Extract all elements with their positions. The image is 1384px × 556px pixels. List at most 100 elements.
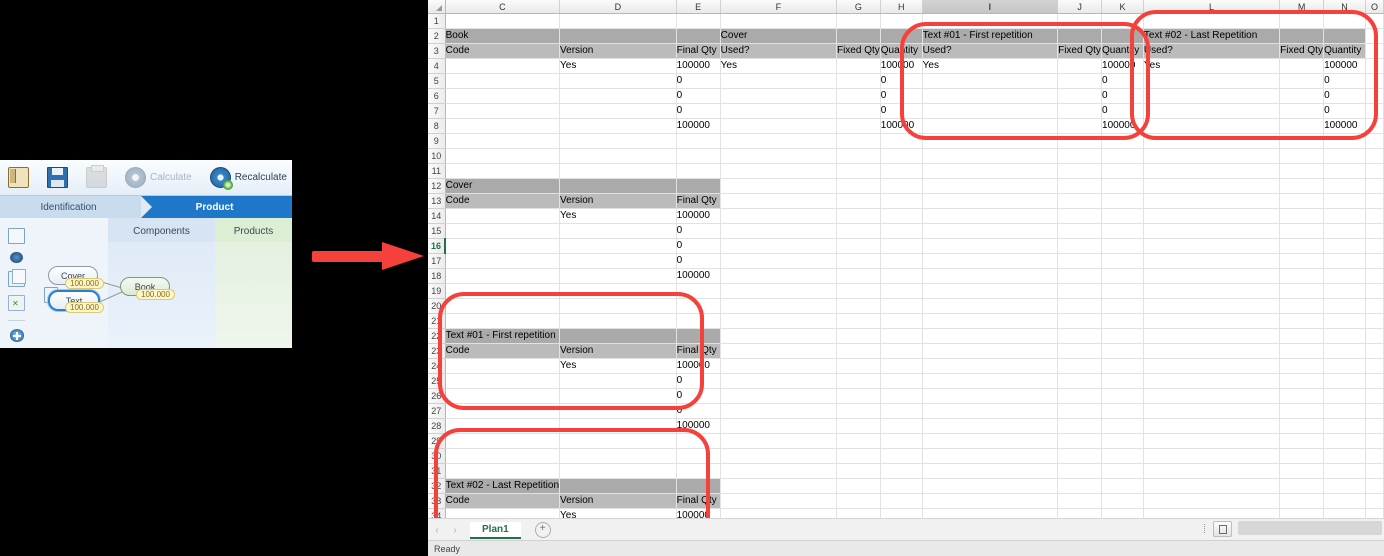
cell-N18[interactable] bbox=[1323, 268, 1366, 284]
cell-F12[interactable] bbox=[720, 178, 837, 194]
row-header-28[interactable]: 28 bbox=[428, 418, 446, 434]
cell-C2[interactable]: Book bbox=[444, 28, 561, 44]
cell-H5[interactable]: 0 bbox=[879, 73, 923, 89]
cell-C33[interactable]: Code bbox=[444, 493, 561, 509]
cell-I12[interactable] bbox=[922, 178, 1059, 194]
recalculate-button[interactable]: Recalculate bbox=[206, 165, 291, 190]
cell-O11[interactable] bbox=[1365, 163, 1384, 179]
cell-E10[interactable] bbox=[676, 148, 721, 164]
cell-E3[interactable]: Final Qty bbox=[675, 43, 721, 59]
cell-O31[interactable] bbox=[1365, 463, 1384, 479]
cell-G13[interactable] bbox=[836, 193, 881, 209]
cell-K28[interactable] bbox=[1101, 418, 1144, 434]
cell-F3[interactable]: Used? bbox=[719, 43, 837, 59]
cell-O5[interactable] bbox=[1365, 73, 1384, 89]
cell-G22[interactable] bbox=[836, 328, 881, 344]
cell-D14[interactable]: Yes bbox=[559, 208, 677, 224]
row-header-13[interactable]: 13 bbox=[428, 193, 446, 209]
cell-O16[interactable] bbox=[1365, 238, 1384, 254]
cell-H17[interactable] bbox=[880, 253, 923, 269]
cell-D26[interactable] bbox=[559, 388, 677, 404]
cell-D18[interactable] bbox=[559, 268, 677, 284]
cell-D11[interactable] bbox=[559, 163, 677, 179]
cell-I4[interactable]: Yes bbox=[921, 58, 1059, 74]
cell-C26[interactable] bbox=[444, 388, 561, 404]
cell-I24[interactable] bbox=[922, 358, 1059, 374]
cell-H10[interactable] bbox=[880, 148, 923, 164]
copy-icon[interactable] bbox=[8, 269, 26, 287]
cell-C5[interactable] bbox=[444, 73, 561, 89]
cell-K19[interactable] bbox=[1101, 283, 1144, 299]
cell-E25[interactable]: 0 bbox=[675, 373, 721, 389]
column-header-I[interactable]: I bbox=[922, 0, 1059, 14]
column-header-N[interactable]: N bbox=[1323, 0, 1366, 14]
row-header-8[interactable]: 8 bbox=[428, 118, 446, 134]
cell-K20[interactable] bbox=[1101, 298, 1144, 314]
cell-E28[interactable]: 100000 bbox=[675, 418, 721, 434]
cell-H14[interactable] bbox=[880, 208, 923, 224]
column-header-O[interactable]: O bbox=[1365, 0, 1384, 14]
cell-F34[interactable] bbox=[720, 508, 837, 518]
cell-E24[interactable]: 100000 bbox=[675, 358, 721, 374]
cell-J11[interactable] bbox=[1057, 163, 1103, 179]
cell-M1[interactable] bbox=[1279, 13, 1325, 29]
cell-M26[interactable] bbox=[1279, 388, 1325, 404]
cell-O18[interactable] bbox=[1365, 268, 1384, 284]
cell-I5[interactable] bbox=[921, 73, 1059, 89]
cell-H33[interactable] bbox=[880, 493, 923, 509]
row-header-29[interactable]: 29 bbox=[428, 433, 446, 449]
cell-K29[interactable] bbox=[1101, 433, 1144, 449]
cell-F1[interactable] bbox=[720, 13, 837, 29]
cell-L32[interactable] bbox=[1143, 478, 1281, 494]
cell-L22[interactable] bbox=[1143, 328, 1281, 344]
cell-L3[interactable]: Used? bbox=[1142, 43, 1281, 59]
cell-H25[interactable] bbox=[880, 373, 923, 389]
cell-F13[interactable] bbox=[720, 193, 837, 209]
cell-I13[interactable] bbox=[922, 193, 1059, 209]
cell-J34[interactable] bbox=[1057, 508, 1103, 518]
cell-E21[interactable] bbox=[676, 313, 721, 329]
cell-C34[interactable] bbox=[444, 508, 561, 518]
cell-G4[interactable] bbox=[836, 58, 881, 74]
cell-C10[interactable] bbox=[445, 148, 561, 164]
cell-J2[interactable] bbox=[1057, 28, 1103, 44]
cell-D22[interactable] bbox=[559, 328, 677, 344]
cell-C31[interactable] bbox=[445, 463, 561, 479]
cell-F29[interactable] bbox=[720, 433, 837, 449]
cell-L6[interactable] bbox=[1142, 88, 1281, 104]
cell-C6[interactable] bbox=[444, 88, 561, 104]
cell-K10[interactable] bbox=[1101, 148, 1144, 164]
cell-C13[interactable]: Code bbox=[444, 193, 561, 209]
cell-C18[interactable] bbox=[444, 268, 561, 284]
cell-L12[interactable] bbox=[1143, 178, 1281, 194]
cell-H16[interactable] bbox=[880, 238, 923, 254]
cell-O7[interactable] bbox=[1365, 103, 1384, 119]
wizard-step-product[interactable]: Product bbox=[141, 196, 292, 218]
cell-D5[interactable] bbox=[559, 73, 677, 89]
cell-G24[interactable] bbox=[836, 358, 881, 374]
cell-M29[interactable] bbox=[1279, 433, 1325, 449]
cell-F21[interactable] bbox=[720, 313, 837, 329]
cell-E19[interactable] bbox=[676, 283, 721, 299]
row-header-5[interactable]: 5 bbox=[428, 73, 446, 89]
cell-H7[interactable]: 0 bbox=[879, 103, 923, 119]
cell-K11[interactable] bbox=[1101, 163, 1144, 179]
sheet-tab-plan1[interactable]: Plan1 bbox=[470, 521, 521, 539]
cell-N7[interactable]: 0 bbox=[1323, 103, 1366, 119]
cell-C23[interactable]: Code bbox=[444, 343, 561, 359]
cell-G9[interactable] bbox=[836, 133, 881, 149]
cell-J27[interactable] bbox=[1057, 403, 1103, 419]
cell-D3[interactable]: Version bbox=[559, 43, 677, 59]
cell-N31[interactable] bbox=[1323, 463, 1366, 479]
cell-G25[interactable] bbox=[836, 373, 881, 389]
cell-D19[interactable] bbox=[559, 283, 677, 299]
new-document-icon[interactable] bbox=[8, 228, 25, 244]
row-header-16[interactable]: 16 bbox=[428, 238, 447, 254]
cell-E33[interactable]: Final Qty bbox=[675, 493, 721, 509]
cell-M25[interactable] bbox=[1279, 373, 1325, 389]
cell-E1[interactable] bbox=[676, 13, 721, 29]
cell-I19[interactable] bbox=[922, 283, 1059, 299]
cell-K13[interactable] bbox=[1101, 193, 1144, 209]
cell-O22[interactable] bbox=[1365, 328, 1384, 344]
cell-F27[interactable] bbox=[720, 403, 837, 419]
